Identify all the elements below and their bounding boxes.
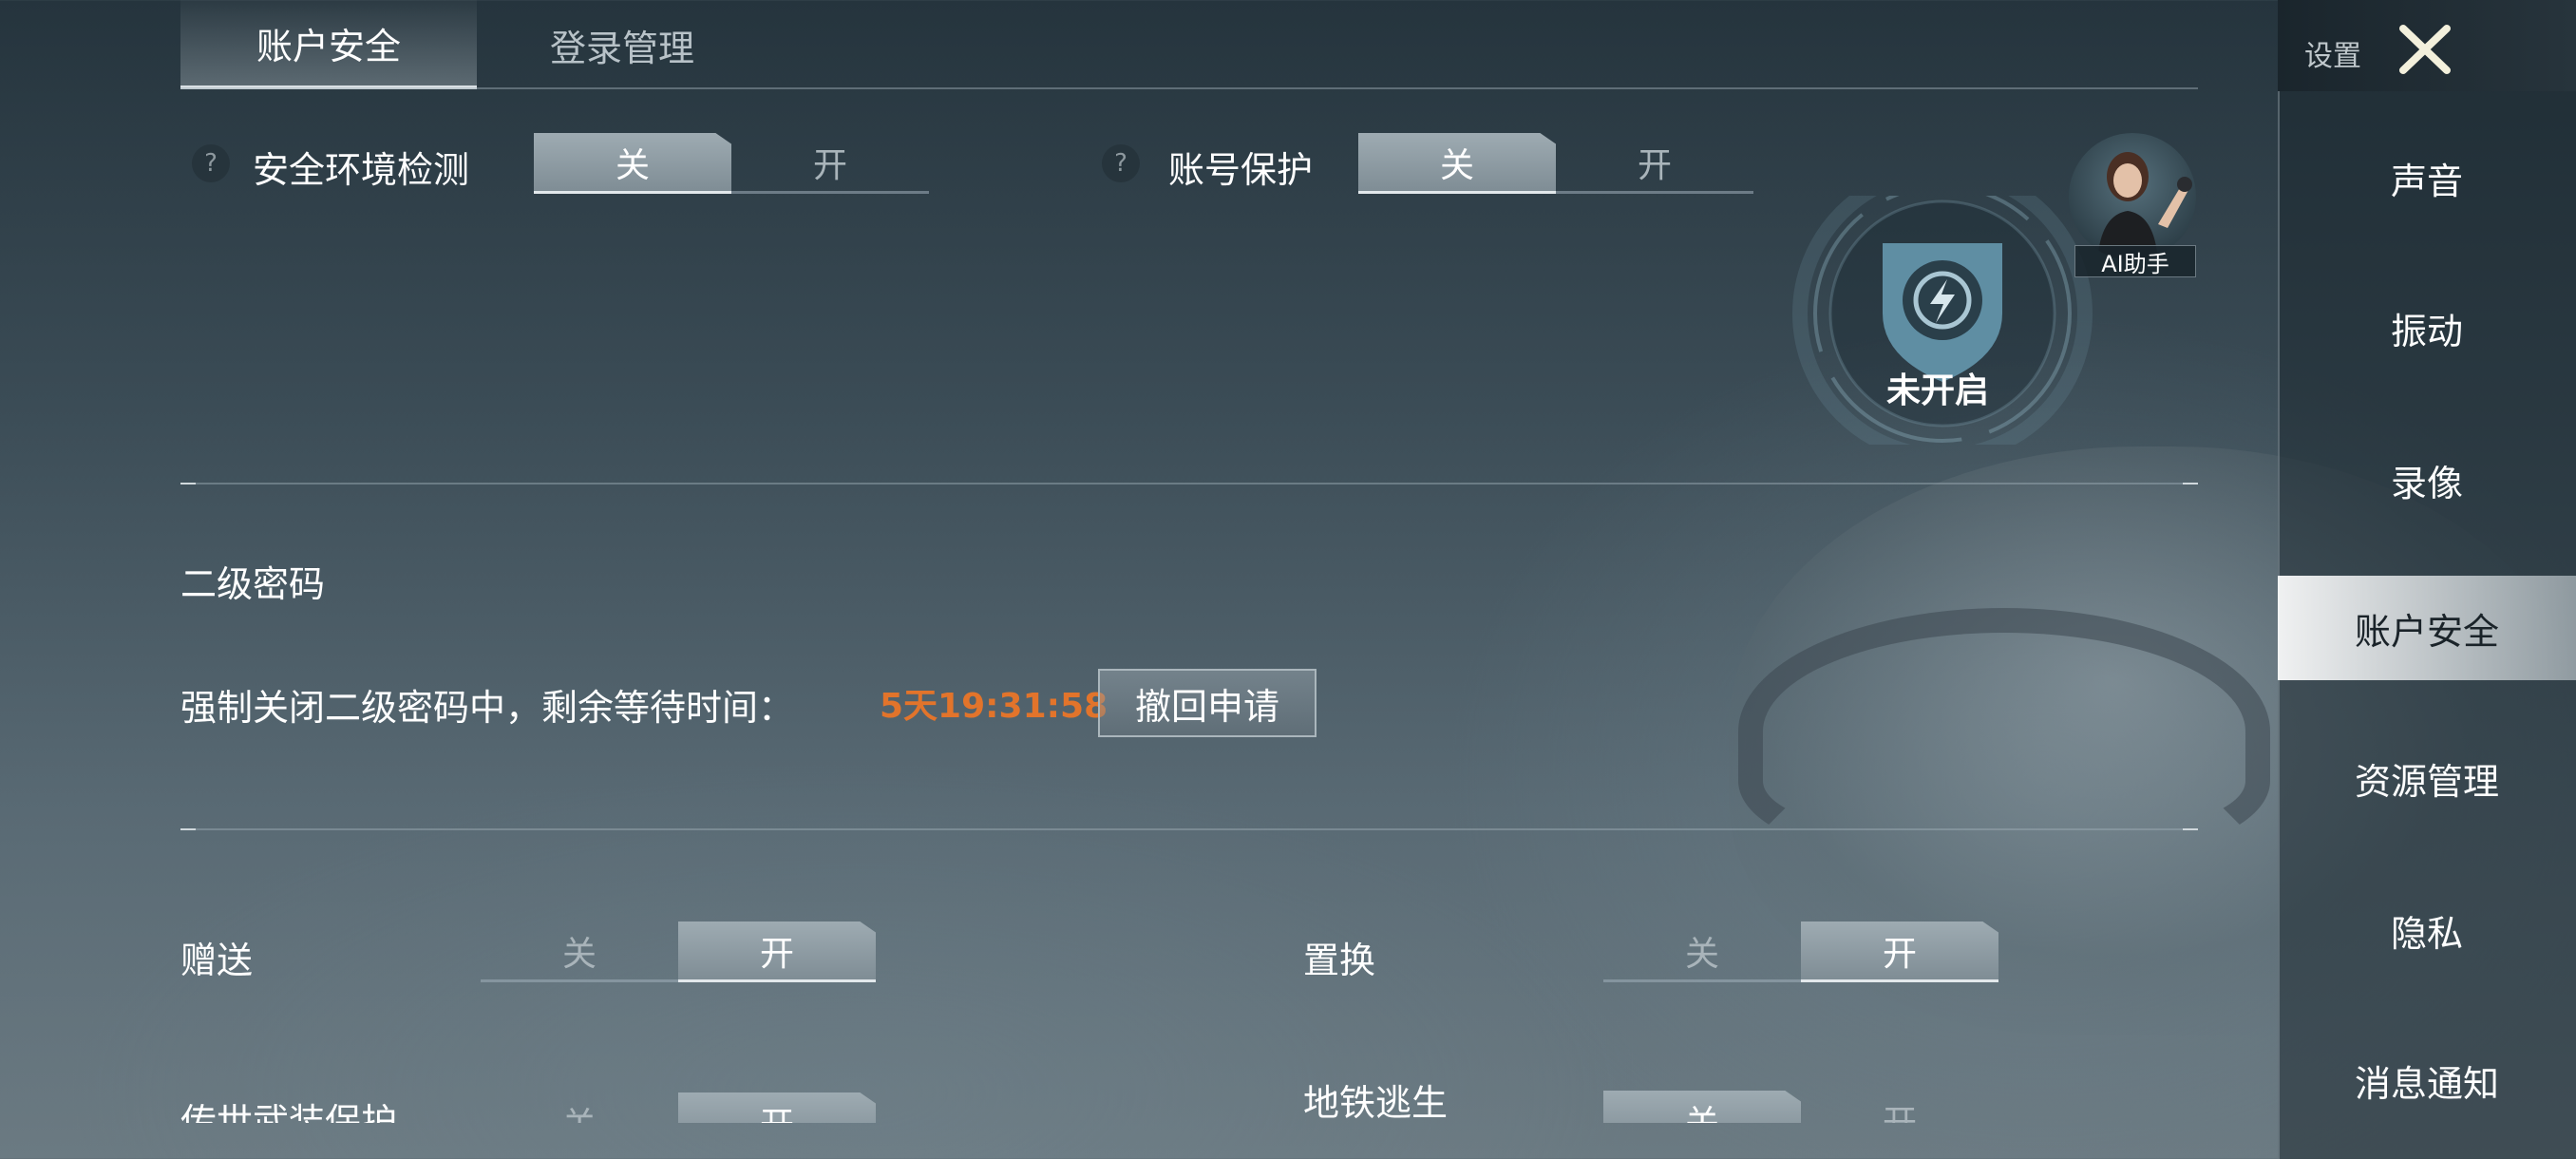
helmet-visor-art — [1738, 608, 2270, 855]
close-button[interactable] — [2384, 15, 2466, 84]
tab-account-security[interactable]: 账户安全 — [180, 0, 477, 89]
secondary-password-title: 二级密码 — [180, 563, 326, 605]
sidebar-item-notifications[interactable]: 消息通知 — [2278, 1028, 2576, 1132]
legendary-armor-protection-label: 传世武装保护 — [180, 1101, 398, 1123]
toggle-on-option[interactable]: 开 — [678, 922, 876, 982]
toggle-on-option[interactable]: 开 — [731, 133, 929, 194]
toggle-off-option[interactable]: 关 — [1603, 1091, 1801, 1123]
sidebar-item-recording[interactable]: 录像 — [2278, 428, 2576, 532]
toggle-off-option[interactable]: 关 — [481, 1092, 678, 1124]
sidebar-item-resource-management[interactable]: 资源管理 — [2278, 726, 2576, 830]
security-env-check-toggle: 关 开 — [534, 133, 929, 194]
toggle-off-option[interactable]: 关 — [1358, 133, 1556, 194]
legendary-armor-protection-toggle: 关 开 — [481, 1092, 876, 1123]
tab-underline — [180, 87, 2198, 89]
security-env-check-label: 安全环境检测 — [253, 149, 470, 191]
sidebar-item-sound[interactable]: 声音 — [2278, 125, 2576, 230]
account-protection-toggle: 关 开 — [1358, 133, 1753, 194]
toggle-off-option[interactable]: 关 — [534, 133, 731, 194]
clipped-row-container: 传世武装保护 关 开 地铁逃生 关 开 — [0, 1045, 2278, 1123]
secondary-password-message: 强制关闭二级密码中，剩余等待时间： — [180, 687, 795, 729]
assistant-character-icon — [2097, 152, 2192, 260]
metro-escape-toggle: 关 开 — [1603, 1091, 1998, 1123]
exchange-toggle: 关 开 — [1603, 922, 1998, 982]
toggle-on-option[interactable]: 开 — [1801, 922, 1998, 982]
protection-status-label: 未开启 — [1885, 371, 1989, 410]
toggle-on-option[interactable]: 开 — [678, 1092, 876, 1123]
toggle-on-option[interactable]: 开 — [1801, 1091, 1998, 1124]
help-icon[interactable]: ? — [1102, 144, 1140, 182]
withdraw-request-button[interactable]: 撤回申请 — [1098, 669, 1316, 737]
settings-title: 设置 — [2304, 40, 2361, 73]
toggle-on-option[interactable]: 开 — [1556, 133, 1753, 194]
account-protection-label: 账号保护 — [1168, 149, 1314, 191]
ai-assistant-avatar[interactable] — [2069, 133, 2196, 260]
sidebar-item-account-security[interactable]: 账户安全 — [2278, 576, 2576, 680]
countdown-timer: 5天19:31:58 — [880, 687, 1108, 726]
ai-assistant-label[interactable]: AI助手 — [2074, 245, 2196, 277]
sidebar-item-privacy[interactable]: 隐私 — [2278, 878, 2576, 982]
section-divider — [180, 828, 2198, 830]
metro-escape-label: 地铁逃生 — [1303, 1082, 1449, 1123]
close-x-icon — [2399, 25, 2451, 74]
tab-login-management[interactable]: 登录管理 — [503, 0, 741, 89]
exchange-label: 置换 — [1303, 940, 1376, 981]
sidebar-item-vibration[interactable]: 振动 — [2278, 276, 2576, 380]
gift-toggle: 关 开 — [481, 922, 876, 982]
help-icon[interactable]: ? — [192, 144, 230, 182]
toggle-off-option[interactable]: 关 — [481, 922, 678, 982]
gift-label: 赠送 — [180, 940, 254, 981]
section-divider — [180, 483, 2198, 484]
toggle-off-option[interactable]: 关 — [1603, 922, 1801, 982]
